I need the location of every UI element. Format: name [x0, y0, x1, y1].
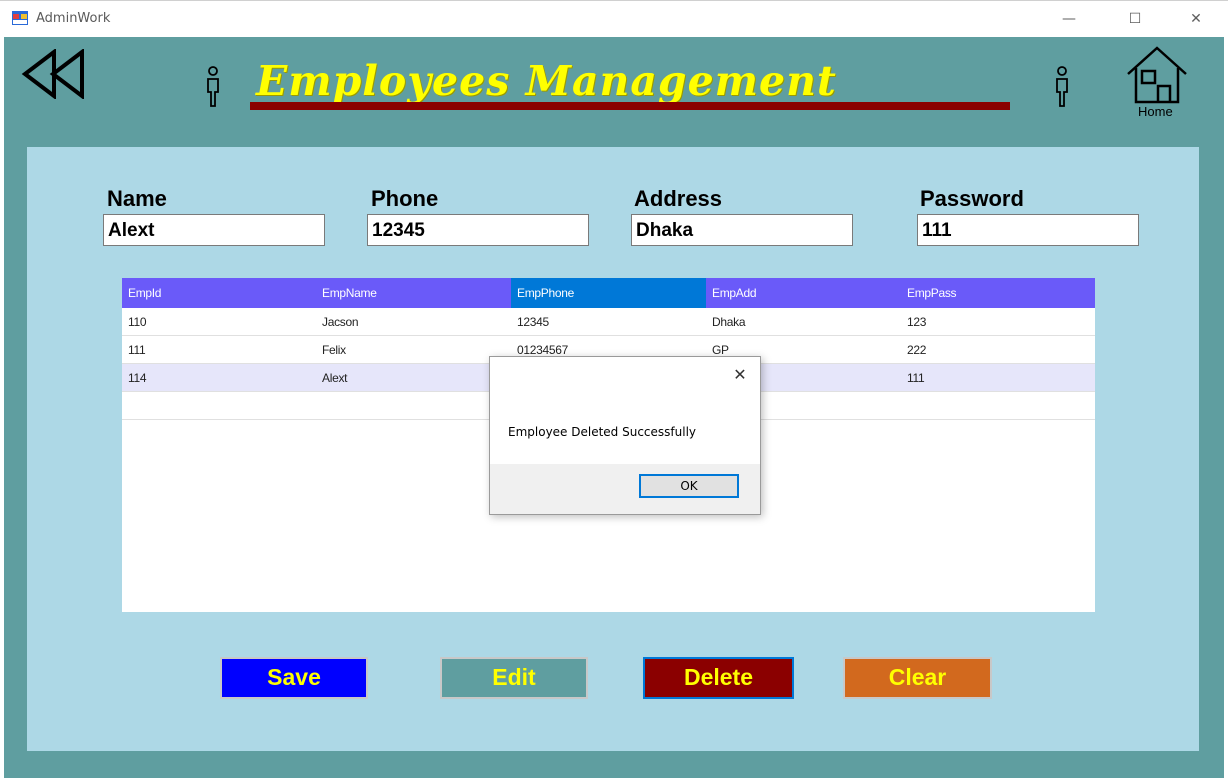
table-header: EmpId EmpName EmpPhone EmpAdd EmpPass	[122, 278, 1095, 308]
table-row[interactable]: 110 Jacson 12345 Dhaka 123	[122, 308, 1095, 336]
home-button[interactable]: Home	[1124, 44, 1192, 124]
column-header[interactable]: EmpAdd	[706, 278, 901, 308]
table-cell: Jacson	[322, 315, 359, 329]
rewind-icon[interactable]	[20, 49, 86, 99]
table-cell: Felix	[322, 343, 346, 357]
name-label: Name	[107, 186, 167, 211]
app-window: AdminWork — ☐ ✕ Employees Management Hom…	[0, 0, 1228, 782]
maximize-button[interactable]: ☐	[1125, 9, 1145, 29]
dialog-close-button[interactable]: ✕	[730, 365, 750, 385]
message-dialog: ✕ Employee Deleted Successfully OK	[489, 356, 761, 515]
person-icon	[207, 66, 219, 107]
table-cell: 222	[907, 343, 927, 357]
table-cell: Dhaka	[712, 315, 746, 329]
delete-button[interactable]: Delete	[643, 657, 794, 699]
clear-button[interactable]: Clear	[843, 657, 992, 699]
title-underline	[250, 102, 1010, 110]
table-cell: 123	[907, 315, 927, 329]
password-field[interactable]: 111	[917, 214, 1139, 246]
column-header[interactable]: EmpName	[316, 278, 511, 308]
table-cell: 111	[128, 343, 146, 357]
password-label: Password	[920, 186, 1024, 211]
app-icon	[12, 11, 28, 25]
address-field[interactable]: Dhaka	[631, 214, 853, 246]
address-label: Address	[634, 186, 723, 211]
phone-label: Phone	[371, 186, 439, 211]
column-header[interactable]: EmpPhone	[511, 278, 706, 308]
column-header[interactable]: EmpPass	[901, 278, 1095, 308]
name-field[interactable]: Alext	[103, 214, 325, 246]
table-cell: 12345	[517, 315, 549, 329]
title-bar: AdminWork — ☐ ✕	[0, 0, 1228, 37]
page-title: Employees Management	[256, 57, 837, 105]
phone-field[interactable]: 12345	[367, 214, 589, 246]
column-header[interactable]: EmpId	[122, 278, 316, 308]
close-button[interactable]: ✕	[1186, 9, 1206, 29]
minimize-button[interactable]: —	[1059, 9, 1079, 29]
home-icon	[1127, 46, 1187, 104]
window-title: AdminWork	[36, 11, 111, 26]
table-cell: Alext	[322, 371, 348, 385]
person-icon	[1056, 66, 1068, 107]
dialog-message: Employee Deleted Successfully	[508, 425, 697, 439]
ok-button[interactable]: OK	[639, 474, 739, 498]
edit-button[interactable]: Edit	[440, 657, 588, 699]
table-cell: 111	[907, 371, 925, 385]
dialog-footer: OK	[490, 464, 760, 514]
save-button[interactable]: Save	[220, 657, 368, 699]
table-cell: 110	[128, 315, 147, 329]
table-cell: 114	[128, 371, 147, 385]
home-label: Home	[1138, 104, 1173, 119]
